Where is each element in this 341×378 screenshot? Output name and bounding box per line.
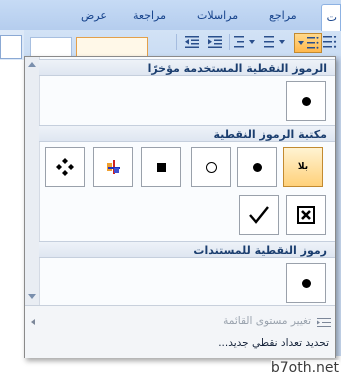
bullet-box-x[interactable] [286, 195, 326, 235]
style-gallery-item-active[interactable] [76, 37, 148, 57]
white-circle-icon [205, 161, 217, 173]
numbering-icon[interactable] [262, 33, 290, 51]
tab-view[interactable]: عرض [81, 9, 107, 22]
bullet-black-square[interactable] [141, 147, 181, 187]
black-circle-icon [301, 278, 311, 288]
arrow-cross-icon [107, 160, 120, 174]
black-square-icon [156, 162, 166, 172]
bullet-arrow-cross[interactable] [93, 147, 133, 187]
bullet-white-circle[interactable] [191, 147, 231, 187]
tab-references[interactable]: مراجع [269, 9, 297, 22]
define-new-bullet-item[interactable]: تحديد تعداد نقطي جديد... [218, 337, 329, 349]
list-level-icon [317, 314, 331, 327]
scroll-down-icon[interactable] [28, 294, 36, 299]
bullet-none-label: بلا [297, 162, 309, 172]
bullet-none[interactable]: بلا [283, 147, 323, 187]
recent-bullets-header: الرموز النقطية المستخدمة مؤخرًا [39, 59, 335, 76]
ribbon-tabs: عرض مراجعة مراسلات مراجع ت [0, 0, 341, 31]
bullet-list-icon[interactable] [321, 33, 339, 51]
decrease-indent-icon[interactable] [182, 33, 202, 51]
gallery-menu: تغيير مستوى القائمة تحديد تعداد نقطي جدي… [25, 305, 335, 358]
document-bullets-header: رموز النقطية للمستندات [39, 241, 335, 258]
scroll-up-icon[interactable] [28, 62, 36, 67]
submenu-arrow-icon [31, 319, 35, 325]
ribbon-left-button[interactable] [0, 35, 22, 59]
bullet-four-diamonds[interactable] [45, 147, 85, 187]
bullet-library-dropdown: الرموز النقطية المستخدمة مؤخرًا مكتبة ال… [24, 56, 336, 358]
bullets-button[interactable] [294, 33, 322, 53]
bullet-black-circle[interactable] [237, 147, 277, 187]
recent-bullet-circle[interactable] [286, 81, 326, 121]
bullet-check-mark[interactable] [239, 195, 279, 235]
tab-review[interactable]: مراجعة [133, 9, 166, 22]
change-list-level-item[interactable]: تغيير مستوى القائمة [223, 315, 311, 327]
bullet-library-header: مكتبة الرموز النقطية [39, 125, 335, 142]
style-gallery-item[interactable] [30, 37, 72, 57]
multilevel-list-icon[interactable] [232, 33, 260, 51]
check-mark-icon [249, 206, 269, 224]
document-bullet-circle[interactable] [286, 263, 326, 303]
box-x-icon [297, 206, 315, 224]
gallery-scrollbar[interactable] [25, 57, 40, 305]
tab-home-label: ت [326, 11, 337, 24]
watermark: b7oth.net [270, 360, 339, 376]
tab-home[interactable]: ت [321, 4, 341, 31]
black-circle-icon [252, 162, 262, 172]
black-circle-icon [301, 96, 311, 106]
increase-indent-icon[interactable] [205, 33, 225, 51]
toolbar-separator [229, 34, 230, 50]
tab-mailings[interactable]: مراسلات [197, 9, 238, 22]
four-diamonds-icon [56, 158, 74, 176]
toolbar-separator [176, 34, 177, 50]
